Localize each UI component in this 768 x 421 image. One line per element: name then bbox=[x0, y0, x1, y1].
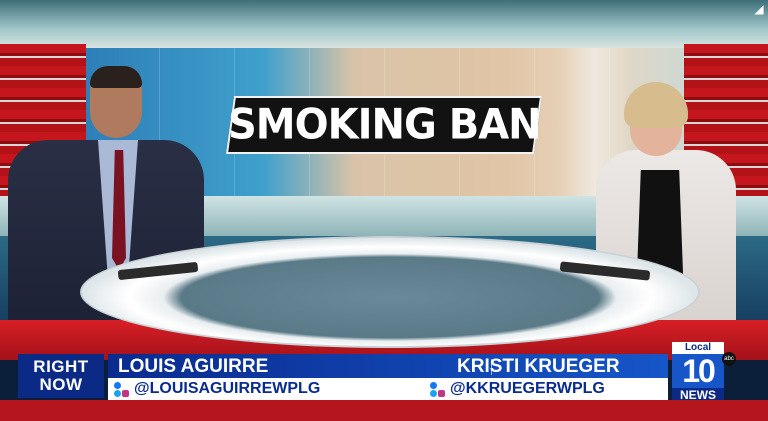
anchor-left-handle-group: @LOUISAGUIRREWPLG bbox=[114, 378, 320, 400]
facebook-icon bbox=[114, 381, 121, 389]
twitter-icon bbox=[114, 389, 121, 397]
anchor-right-handle: @KKRUEGERWPLG bbox=[450, 380, 605, 397]
social-icons-right bbox=[430, 381, 445, 397]
social-row-bottom-right bbox=[430, 389, 445, 397]
names-bar: LOUIS AGUIRRE KRISTI KRUEGER bbox=[108, 354, 668, 378]
headline-plate: SMOKING BAN bbox=[225, 96, 543, 154]
expand-corner-icon[interactable]: ◢ bbox=[752, 2, 766, 16]
anchor-left-name: LOUIS AGUIRRE bbox=[118, 356, 269, 377]
tag-line-2: NOW bbox=[39, 375, 83, 394]
headline-text: SMOKING BAN bbox=[227, 100, 541, 150]
anchor-left-hair bbox=[90, 66, 142, 88]
social-icons-left bbox=[114, 381, 129, 397]
social-row-bottom-left bbox=[114, 389, 129, 397]
anchor-left-handle: @LOUISAGUIRREWPLG bbox=[134, 380, 321, 397]
tag-line-1: RIGHT bbox=[33, 357, 89, 376]
logo-channel-number: 10 bbox=[672, 354, 724, 388]
facebook-icon bbox=[430, 381, 437, 389]
right-now-tag: RIGHT NOW bbox=[18, 354, 104, 398]
social-row-top-left bbox=[114, 381, 129, 389]
twitter-icon bbox=[430, 389, 437, 397]
news-broadcast-frame: SMOKING BAN ◢ RIGHT NOW LOUIS AGUIRRE KR… bbox=[0, 0, 768, 421]
social-row-top-right bbox=[430, 381, 445, 389]
anchor-right-handle-group: @KKRUEGERWPLG bbox=[430, 378, 605, 400]
lower-red-strip bbox=[0, 400, 768, 421]
anchor-right-name: KRISTI KRUEGER bbox=[457, 356, 620, 377]
abc-network-icon: abc bbox=[722, 352, 736, 366]
lower-third: RIGHT NOW LOUIS AGUIRRE KRISTI KRUEGER @… bbox=[0, 342, 768, 421]
anchor-desk bbox=[80, 236, 700, 348]
handles-bar: @LOUISAGUIRREWPLG @KKRUEGERWPLG bbox=[108, 378, 668, 400]
studio-ceiling bbox=[0, 0, 768, 48]
instagram-icon bbox=[438, 389, 445, 397]
station-logo: Local 10 NEWS bbox=[672, 342, 724, 404]
instagram-icon bbox=[122, 389, 129, 397]
